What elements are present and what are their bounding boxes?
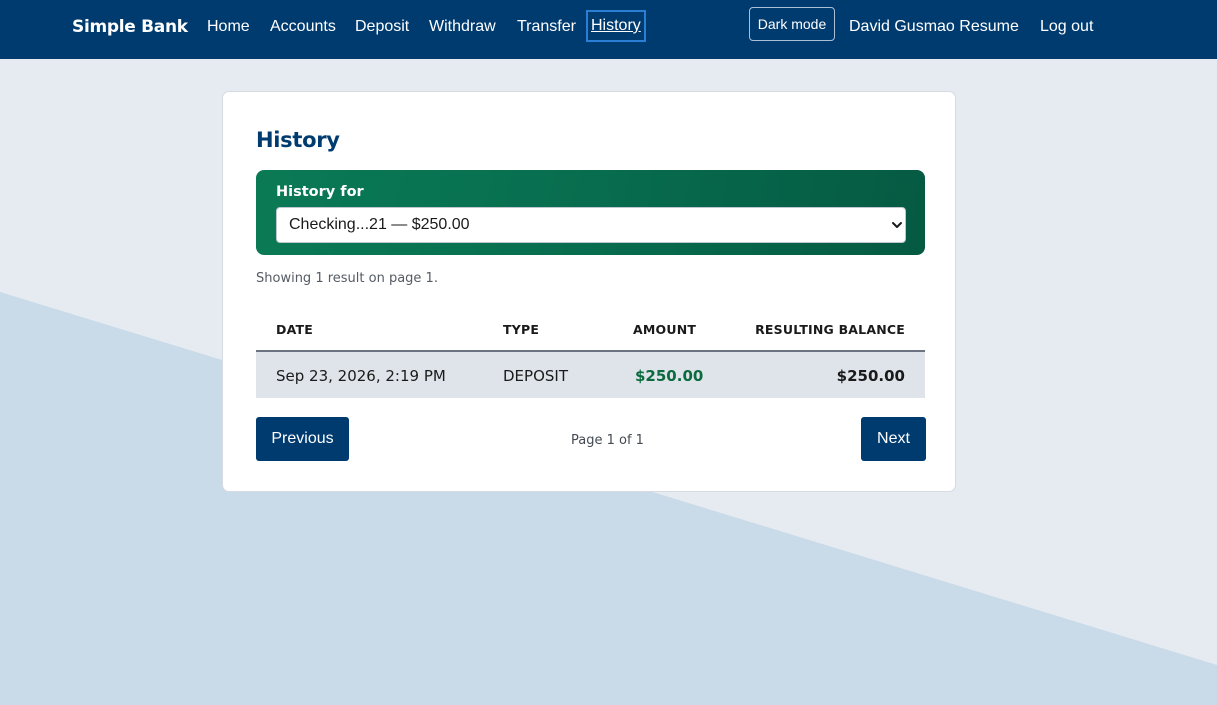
- cell-type: DEPOSIT: [503, 367, 568, 385]
- nav-link-withdraw[interactable]: Withdraw: [429, 15, 496, 39]
- table-row: Sep 23, 2026, 2:19 PM DEPOSIT $250.00 $2…: [256, 352, 925, 398]
- column-header-balance: RESULTING BALANCE: [755, 322, 905, 337]
- history-for-panel: History for Checking...21 — $250.00: [256, 170, 925, 255]
- cell-date: Sep 23, 2026, 2:19 PM: [276, 367, 446, 385]
- nav-link-transfer[interactable]: Transfer: [517, 15, 576, 39]
- next-button[interactable]: Next: [861, 417, 926, 461]
- column-header-type: TYPE: [503, 322, 540, 337]
- previous-button[interactable]: Previous: [256, 417, 349, 461]
- page-title: History: [256, 128, 340, 152]
- nav-link-home[interactable]: Home: [207, 15, 250, 39]
- results-summary: Showing 1 result on page 1.: [256, 271, 438, 286]
- page-indicator: Page 1 of 1: [571, 433, 644, 448]
- top-navbar: Simple Bank Home Accounts Deposit Withdr…: [0, 0, 1217, 59]
- account-select[interactable]: Checking...21 — $250.00: [276, 207, 906, 243]
- history-card: History History for Checking...21 — $250…: [222, 91, 956, 492]
- nav-link-history[interactable]: History: [586, 10, 646, 42]
- cell-amount: $250.00: [635, 367, 704, 385]
- account-select-value: Checking...21 — $250.00: [289, 216, 470, 233]
- dark-mode-button[interactable]: Dark mode: [749, 7, 835, 41]
- nav-link-resume[interactable]: David Gusmao Resume: [849, 15, 1019, 39]
- column-header-amount: AMOUNT: [633, 322, 697, 337]
- column-header-date: DATE: [276, 322, 313, 337]
- chevron-down-icon: [892, 222, 902, 228]
- brand-logo[interactable]: Simple Bank: [72, 15, 188, 39]
- nav-link-accounts[interactable]: Accounts: [270, 15, 336, 39]
- nav-link-deposit[interactable]: Deposit: [355, 15, 409, 39]
- history-for-label: History for: [276, 184, 364, 200]
- cell-balance: $250.00: [836, 367, 905, 385]
- logout-link[interactable]: Log out: [1040, 15, 1093, 39]
